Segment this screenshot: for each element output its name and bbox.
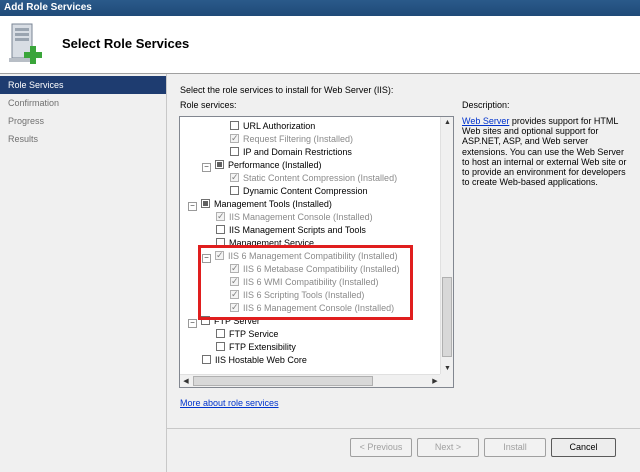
tree-row[interactable]: Request Filtering (Installed) [230,132,354,146]
scroll-left-icon[interactable]: ◀ [180,375,192,387]
instruction-text: Select the role services to install for … [180,85,394,95]
description-text: Web Server provides support for HTML Web… [462,116,632,187]
checkbox[interactable] [216,210,225,223]
checkbox[interactable] [230,171,239,184]
vertical-scrollbar[interactable]: ▲ ▼ [440,117,453,375]
highlight-annotation [198,245,413,320]
tree-item-label: IP and Domain Restrictions [243,147,352,157]
checkbox[interactable] [216,329,225,338]
sidebar-item-results: Results [8,134,39,144]
scroll-thumb[interactable] [442,277,452,357]
previous-button[interactable]: < Previous [350,438,412,457]
tree-item-label: IIS Management Scripts and Tools [229,225,366,235]
sidebar-item-role-services[interactable]: Role Services [0,76,166,94]
checkbox[interactable] [230,132,239,145]
more-about-role-services-link[interactable]: More about role services [180,398,279,408]
next-button[interactable]: Next > [417,438,479,457]
checkbox[interactable] [230,186,239,195]
wizard-sidebar: Role Services Confirmation Progress Resu… [0,76,166,472]
install-button[interactable]: Install [484,438,546,457]
checkbox[interactable] [201,199,210,208]
tree-row[interactable]: Static Content Compression (Installed) [230,171,398,185]
tree-item-label: FTP Service [229,329,279,339]
window-title: Add Role Services [0,0,640,16]
scroll-up-icon[interactable]: ▲ [441,117,453,129]
tree-row[interactable]: URL Authorization [230,120,315,133]
sidebar-item-confirmation: Confirmation [8,98,60,108]
wizard-header: Select Role Services [0,16,640,74]
collapse-icon[interactable]: − [188,319,197,328]
checkbox[interactable] [215,160,224,169]
tree-item-label: Performance (Installed) [228,160,322,170]
checkbox[interactable] [216,225,225,234]
description-title: Description: [462,100,510,110]
collapse-icon[interactable]: − [188,202,197,211]
sidebar-divider [166,74,167,472]
web-server-link[interactable]: Web Server [462,116,509,126]
tree-item-label: IIS Management Console (Installed) [229,212,373,222]
cancel-button[interactable]: Cancel [551,438,616,457]
checkbox[interactable] [230,147,239,156]
tree-item-label: FTP Extensibility [229,342,296,352]
tree-item-label: IIS Hostable Web Core [215,355,307,365]
tree-row[interactable]: IIS Hostable Web Core [202,354,307,367]
checkbox[interactable] [230,121,239,130]
sidebar-item-progress: Progress [8,116,45,126]
scroll-corner [440,374,453,387]
tree-item-label: Static Content Compression (Installed) [243,173,398,183]
hscroll-thumb[interactable] [193,376,373,386]
checkbox[interactable] [202,355,211,364]
footer-divider [167,428,640,429]
tree-row[interactable]: IP and Domain Restrictions [230,146,352,159]
tree-row[interactable]: IIS Management Console (Installed) [216,210,373,224]
description-body: provides support for HTML Web sites and … [462,116,627,188]
role-services-label: Role services: [180,100,237,110]
tree-row[interactable]: FTP Service [216,328,278,341]
checkbox[interactable] [216,342,225,351]
tree-row[interactable]: Dynamic Content Compression [230,185,368,198]
horizontal-scrollbar[interactable]: ◀ ▶ [180,374,441,387]
tree-row[interactable]: − Performance (Installed) [202,159,322,172]
tree-item-label: Dynamic Content Compression [243,186,368,196]
page-title: Select Role Services [62,36,190,51]
tree-item-label: URL Authorization [243,121,316,131]
tree-row[interactable]: FTP Extensibility [216,341,296,354]
server-add-icon [9,23,42,64]
tree-row[interactable]: − Management Tools (Installed) [188,198,332,211]
collapse-icon[interactable]: − [202,163,211,172]
tree-item-label: Request Filtering (Installed) [243,134,354,144]
tree-row[interactable]: IIS Management Scripts and Tools [216,224,366,237]
tree-item-label: Management Tools (Installed) [214,199,332,209]
